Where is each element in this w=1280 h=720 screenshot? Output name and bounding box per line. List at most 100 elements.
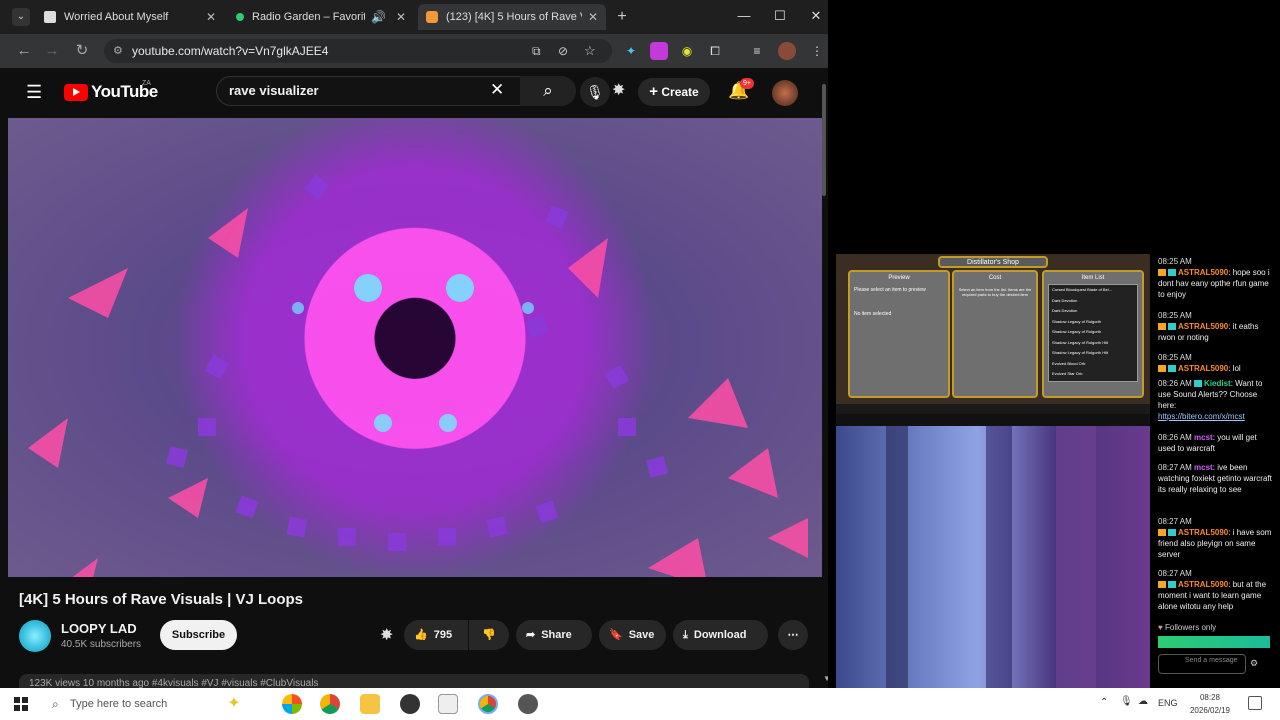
list-item[interactable]: Dark Devotion xyxy=(1052,296,1137,307)
close-tab-icon[interactable]: ✕ xyxy=(396,10,406,24)
copilot-app-icon[interactable] xyxy=(282,694,302,714)
chat-message: 08:25 AM ASTRAL5090: lol xyxy=(1158,353,1241,373)
new-tab-button[interactable]: + xyxy=(612,7,632,27)
chat-username[interactable]: Kiedist xyxy=(1204,379,1231,388)
site-info-icon[interactable]: ⚙ xyxy=(113,39,123,63)
browser-toolbar: ← → ↻ ⚙ youtube.com/watch?v=Vn7glkAJEE4 … xyxy=(0,34,828,68)
search-input[interactable]: rave visualizer xyxy=(216,76,562,106)
obs-app-icon[interactable] xyxy=(400,694,420,714)
play-triangle-icon xyxy=(73,88,80,96)
media-controls-icon[interactable]: ≡ xyxy=(748,42,766,60)
address-bar[interactable]: ⚙ youtube.com/watch?v=Vn7glkAJEE4 ⧉ ⊘ ☆ xyxy=(104,39,612,63)
snipping-tool-icon[interactable] xyxy=(438,694,458,714)
chat-username[interactable]: ASTRAL5090 xyxy=(1178,528,1228,537)
download-icon: ⤓ xyxy=(683,629,688,641)
chat-username[interactable]: mcst xyxy=(1194,433,1213,442)
chat-message-input[interactable]: Send a message xyxy=(1158,654,1246,674)
chat-username[interactable]: ASTRAL5090 xyxy=(1178,268,1228,277)
download-button[interactable]: ⤓ Download xyxy=(673,620,768,650)
chrome-app-icon[interactable] xyxy=(320,694,340,714)
extension-yellow-icon[interactable]: ◉ xyxy=(678,42,696,60)
more-actions-button[interactable]: ⋯ xyxy=(778,620,808,650)
microphone-tray-icon[interactable]: 🎙 xyxy=(1120,696,1133,707)
preview-panel: Preview Please select an item to preview… xyxy=(848,270,950,398)
chat-message: 08:25 AM ASTRAL5090: hope soo i dont hav… xyxy=(1158,257,1270,299)
region-code: ZA xyxy=(142,80,151,87)
list-item[interactable]: Shadow Legacy of Rolgorth Hilt xyxy=(1052,338,1137,349)
chat-message: 08:25 AM ASTRAL5090: it eaths rwon or no… xyxy=(1158,311,1259,342)
create-button[interactable]: + Create xyxy=(638,78,710,106)
item-list[interactable]: Cursed Bloodquest Blade of Bel... Dark D… xyxy=(1048,284,1138,382)
list-item[interactable]: Cursed Bloodquest Blade of Bel... xyxy=(1052,285,1137,296)
subscriber-count: 40.5K subscribers xyxy=(61,639,142,650)
document-favicon-icon xyxy=(44,11,56,23)
close-tab-icon[interactable]: ✕ xyxy=(588,10,598,24)
bookmark-star-icon[interactable]: ☆ xyxy=(584,39,596,63)
subscribe-button[interactable]: Subscribe xyxy=(160,620,237,650)
tab-search-chevron-icon[interactable]: ⌄ xyxy=(12,8,30,26)
hamburger-menu-icon[interactable]: ☰ xyxy=(26,82,42,103)
dislike-button[interactable]: 👎 xyxy=(469,620,509,650)
chat-username[interactable]: mcst xyxy=(1194,463,1213,472)
chat-username[interactable]: ASTRAL5090 xyxy=(1178,580,1228,589)
notification-center-icon[interactable] xyxy=(1248,696,1262,710)
video-player[interactable] xyxy=(8,118,822,577)
clear-search-icon[interactable]: ✕ xyxy=(490,80,504,100)
list-item[interactable]: Shadow Legacy of Rolgorth xyxy=(1052,327,1137,338)
chat-link[interactable]: https://bitero.com/x/mcst xyxy=(1158,411,1276,422)
search-icon: ⌕ xyxy=(543,81,553,100)
reload-button[interactable]: ↻ xyxy=(72,41,92,61)
extension-sparkle-icon[interactable]: ✦ xyxy=(622,42,640,60)
channel-avatar[interactable] xyxy=(19,620,51,652)
search-button[interactable]: ⌕ xyxy=(520,76,576,106)
back-button[interactable]: ← xyxy=(14,41,34,61)
video-description-box[interactable]: 123K views 10 months ago #4kvisuals #VJ … xyxy=(19,674,809,688)
page-scrollbar-thumb[interactable] xyxy=(822,84,826,196)
list-item[interactable]: Dark Devotion xyxy=(1052,306,1137,317)
minimize-button[interactable]: — xyxy=(732,6,756,26)
close-tab-icon[interactable]: ✕ xyxy=(206,10,216,24)
tray-chevron-icon[interactable]: ⌃ xyxy=(1100,697,1108,708)
taskbar-search-box[interactable]: ⌕ Type here to search xyxy=(44,692,199,716)
channel-name[interactable]: LOOPY LAD xyxy=(61,621,137,636)
search-icon: ⌕ xyxy=(52,697,59,711)
like-button[interactable]: 👍 795 xyxy=(404,620,468,650)
maximize-button[interactable]: ☐ xyxy=(768,6,792,26)
ai-sparkle-icon[interactable]: ✸ xyxy=(380,625,393,645)
share-button[interactable]: ➦ Share xyxy=(516,620,592,650)
list-item[interactable]: Evolved Star Orb xyxy=(1052,369,1137,380)
scroll-down-arrow-icon[interactable]: ▼ xyxy=(823,674,828,683)
language-indicator[interactable]: ENG xyxy=(1158,698,1178,708)
chat-username[interactable]: ASTRAL5090 xyxy=(1178,364,1228,373)
list-item[interactable]: Evolved Blood Orb xyxy=(1052,359,1137,370)
game-app-icon[interactable] xyxy=(518,694,538,714)
tab-worried-about-myself[interactable]: Worried About Myself ✕ xyxy=(36,4,224,30)
browser-menu-icon[interactable]: ⋮ xyxy=(808,42,826,60)
forward-button[interactable]: → xyxy=(42,41,62,61)
save-button[interactable]: 🔖 Save xyxy=(599,620,666,650)
tab-youtube-rave-visuals[interactable]: (123) [4K] 5 Hours of Rave Visu ✕ xyxy=(418,4,606,30)
tab-radio-garden[interactable]: Radio Garden – Favorites 🔊 ✕ xyxy=(228,4,414,30)
speaker-icon[interactable]: 🔊 xyxy=(371,10,386,24)
emote-bar[interactable] xyxy=(1158,636,1270,648)
network-icon[interactable]: ☁ xyxy=(1138,696,1148,707)
list-item[interactable]: Shadow Legacy of Rolgorth xyxy=(1052,317,1137,328)
profile-avatar-icon[interactable] xyxy=(778,42,796,60)
voice-search-mic-icon[interactable]: 🎙 xyxy=(580,77,610,107)
system-clock[interactable]: 08:28 2026/02/19 xyxy=(1180,691,1240,717)
cast-icon[interactable]: ⧉ xyxy=(532,39,541,63)
account-avatar[interactable] xyxy=(772,80,798,106)
list-item[interactable]: Shadow Legacy of Rolgorth Hilt xyxy=(1052,348,1137,359)
extensions-puzzle-icon[interactable]: ⧠ xyxy=(706,42,724,60)
eye-off-icon[interactable]: ⊘ xyxy=(558,39,568,63)
chat-settings-icon[interactable]: ⚙ xyxy=(1250,658,1258,669)
file-explorer-icon[interactable] xyxy=(360,694,380,714)
extension-purple-icon[interactable] xyxy=(650,42,668,60)
widgets-sparkle-icon[interactable]: ✦ xyxy=(224,694,244,714)
windows-start-icon[interactable] xyxy=(14,697,28,711)
chat-username[interactable]: ASTRAL5090 xyxy=(1178,322,1228,331)
youtube-logo-icon[interactable] xyxy=(64,84,88,101)
extension-sparkle-button-icon[interactable]: ✸ xyxy=(612,80,625,100)
chrome-active-app-icon[interactable] xyxy=(478,694,498,714)
close-window-button[interactable]: ✕ xyxy=(804,6,828,26)
